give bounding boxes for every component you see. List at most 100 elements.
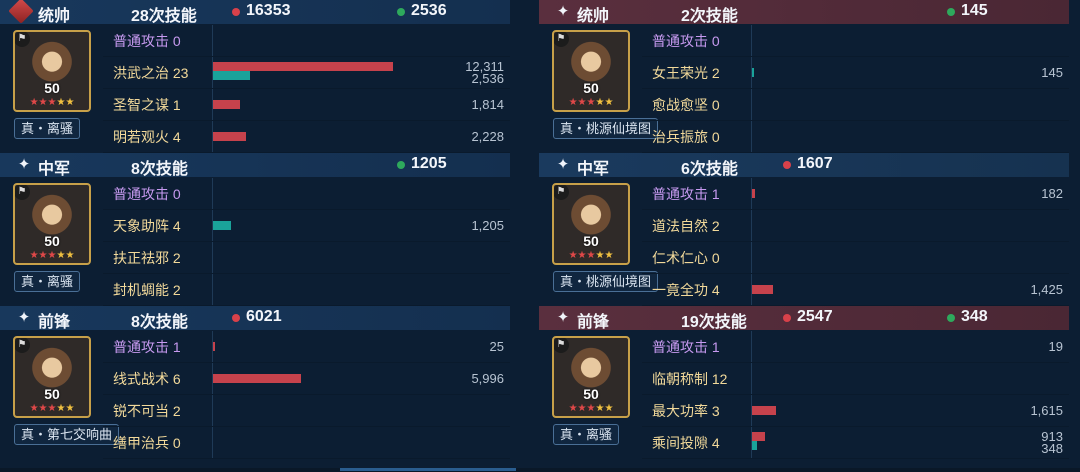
skill-name: 治兵振旅 0 xyxy=(652,127,720,147)
damage-total: 16353 xyxy=(232,2,291,20)
hero-portrait[interactable]: ⚑ 50 ★★★★★ xyxy=(552,30,630,112)
skill-name-text: 缮甲治兵 xyxy=(113,435,169,451)
skill-name-text: 普通攻击 xyxy=(652,33,708,49)
skill-name-text: 洪武之治 xyxy=(113,65,169,81)
skill-name: 乘间投隙 4 xyxy=(652,433,720,453)
skill-cast-count: 0 xyxy=(711,97,720,113)
red-stars: ★★★ xyxy=(29,250,57,261)
hero-level: 50 xyxy=(44,80,60,96)
heal-bar xyxy=(752,441,758,450)
sparkle-icon: ✦ xyxy=(17,309,31,326)
column-divider xyxy=(212,274,213,305)
hero-level: 50 xyxy=(583,386,599,402)
skill-list: 普通攻击 0 洪武之治 23 12,311 2,536 圣智之谋 1 1,814 明若观火 … xyxy=(103,25,510,153)
column-divider xyxy=(212,242,213,273)
skill-cast-count: 0 xyxy=(711,129,720,145)
skill-name: 临朝称制 12 xyxy=(652,369,727,389)
skill-cast-count: 2 xyxy=(172,250,181,266)
skill-name-text: 普通攻击 xyxy=(113,186,169,202)
skill-value: 2,228 xyxy=(471,129,504,144)
skill-name: 道法自然 2 xyxy=(652,216,720,236)
skill-name-text: 天象助阵 xyxy=(113,218,169,234)
skill-cast-count: 0 xyxy=(711,33,720,49)
sparkle-icon: ✦ xyxy=(556,309,570,326)
skill-list: 普通攻击 0 女王荣光 2 145 愈战愈坚 0 治兵振旅 0 xyxy=(642,25,1069,153)
gold-stars: ★★ xyxy=(595,97,614,108)
skill-cast-count: 0 xyxy=(172,33,181,49)
star-rating-icon: ★★★★★ xyxy=(15,250,89,262)
skill-row: 洪武之治 23 12,311 2,536 xyxy=(103,57,510,89)
section-header: ✦ 前锋 19次技能 2547 348 xyxy=(539,306,1069,331)
star-rating-icon: ★★★★★ xyxy=(554,97,628,109)
damage-bar xyxy=(752,189,755,198)
skill-name-text: 圣智之谋 xyxy=(113,97,169,113)
skill-name: 缮甲治兵 0 xyxy=(113,433,181,453)
section-header: ✦ 统帅 2次技能 145 xyxy=(539,0,1069,25)
column-divider xyxy=(751,121,752,152)
damage-bar xyxy=(213,132,246,141)
skill-row: 女王荣光 2 145 xyxy=(642,57,1069,89)
hero-skin-name: 真・离骚 xyxy=(14,118,81,139)
skill-name-text: 临朝称制 xyxy=(652,371,708,387)
damage-bar xyxy=(213,100,240,109)
skill-row: 仁术仁心 0 xyxy=(642,242,1069,274)
heal-total: 1205 xyxy=(397,155,447,173)
skill-cast-count: 4 xyxy=(711,435,720,451)
hero-portrait[interactable]: ⚑ 50 ★★★★★ xyxy=(552,336,630,418)
skill-row: 普通攻击 1 19 xyxy=(642,331,1069,363)
gold-stars: ★★ xyxy=(56,403,75,414)
hero-portrait[interactable]: ⚑ 50 ★★★★★ xyxy=(13,336,91,418)
skill-name: 天象助阵 4 xyxy=(113,216,181,236)
skill-name-text: 道法自然 xyxy=(652,218,708,234)
skill-name: 女王荣光 2 xyxy=(652,63,720,83)
skill-row: 圣智之谋 1 1,814 xyxy=(103,89,510,121)
skill-count: 2次技能 xyxy=(681,8,738,25)
hero-portrait[interactable]: ⚑ 50 ★★★★★ xyxy=(13,30,91,112)
skill-name-text: 普通攻击 xyxy=(113,339,169,355)
skill-value: 5,996 xyxy=(471,371,504,386)
column-divider xyxy=(751,363,752,394)
skill-cast-count: 12 xyxy=(711,371,728,387)
section-header: 统帅 28次技能 16353 2536 xyxy=(0,0,510,25)
hero-skin-name: 真・离骚 xyxy=(553,424,620,445)
hero-portrait[interactable]: ⚑ 50 ★★★★★ xyxy=(13,183,91,265)
role-label: 统帅 xyxy=(38,8,71,25)
skill-row: 最大功率 3 1,615 xyxy=(642,395,1069,427)
skill-row: 明若观火 4 2,228 xyxy=(103,121,510,153)
skill-name-text: 治兵振旅 xyxy=(652,129,708,145)
sparkle-icon: ✦ xyxy=(556,3,570,20)
hero-portrait[interactable]: ⚑ 50 ★★★★★ xyxy=(552,183,630,265)
skill-cast-count: 4 xyxy=(711,282,720,298)
hero-section-3: ✦ 前锋 8次技能 6021 ⚑ 50 ★★★★★ 真・第七交响曲 普通攻击 1 25 线式战术 6… xyxy=(0,306,510,459)
skill-value: 1,425 xyxy=(1030,282,1063,297)
troop-type-icon: ⚑ xyxy=(554,185,569,200)
hero-level: 50 xyxy=(44,386,60,402)
skill-name: 锐不可当 2 xyxy=(113,401,181,421)
skill-name: 圣智之谋 1 xyxy=(113,95,181,115)
hero-section-3: ✦ 前锋 19次技能 2547 348 ⚑ 50 ★★★★★ 真・离骚 普通攻击 1 19 临朝称制 … xyxy=(539,306,1069,459)
skill-name: 普通攻击 1 xyxy=(113,337,181,357)
skill-cast-count: 0 xyxy=(172,186,181,202)
hero-section-2: ✦ 中军 8次技能 1205 ⚑ 50 ★★★★★ 真・离骚 普通攻击 0 天象助阵 4 1,205… xyxy=(0,153,510,306)
skill-value: 1,615 xyxy=(1030,403,1063,418)
skill-cast-count: 6 xyxy=(172,371,181,387)
hero-level: 50 xyxy=(583,80,599,96)
troop-type-icon: ⚑ xyxy=(15,338,30,353)
column-divider xyxy=(212,395,213,426)
damage-bar xyxy=(752,432,766,441)
skill-value: 2,536 xyxy=(471,71,504,86)
skill-value: 145 xyxy=(1041,65,1063,80)
skill-name: 普通攻击 0 xyxy=(113,184,181,204)
troop-type-icon: ⚑ xyxy=(15,185,30,200)
gold-stars: ★★ xyxy=(595,250,614,261)
skill-value: 348 xyxy=(1041,441,1063,456)
skill-row: 愈战愈坚 0 xyxy=(642,89,1069,121)
skill-cast-count: 3 xyxy=(711,403,720,419)
skill-name: 明若观火 4 xyxy=(113,127,181,147)
star-rating-icon: ★★★★★ xyxy=(554,403,628,415)
troop-type-icon: ⚑ xyxy=(15,32,30,47)
skill-cast-count: 1 xyxy=(172,97,181,113)
damage-bar xyxy=(752,285,773,294)
skill-name-text: 封机蜩能 xyxy=(113,282,169,298)
skill-name-text: 愈战愈坚 xyxy=(652,97,708,113)
